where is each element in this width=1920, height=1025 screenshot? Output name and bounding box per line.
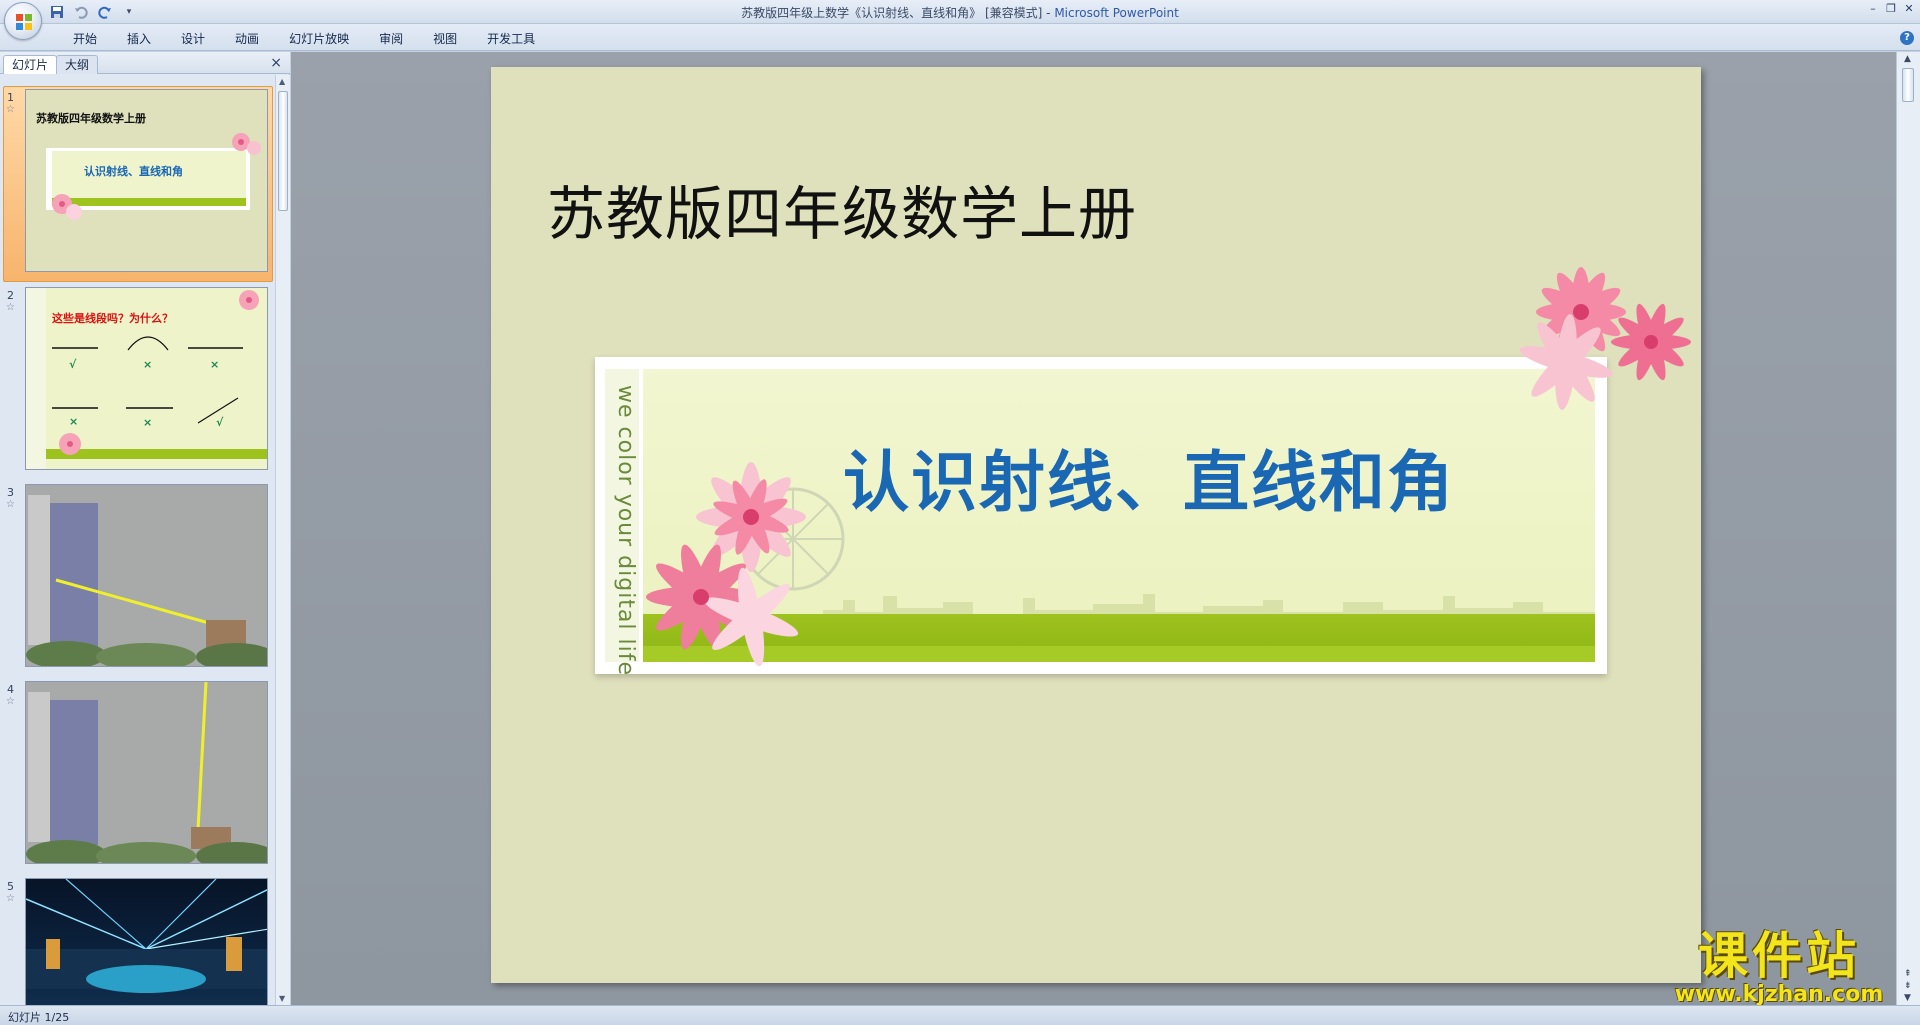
- tab-view[interactable]: 视图: [418, 30, 472, 48]
- flower-decoration-icon: [239, 290, 259, 310]
- scroll-up-icon[interactable]: ▲: [1904, 54, 1911, 64]
- slide-preview: [25, 484, 268, 667]
- slide-number: 2: [7, 289, 14, 302]
- slide-preview: 苏教版四年级数学上册 认识射线、直线和角: [25, 89, 268, 272]
- slide-editing-area: 苏教版四年级数学上册 we color your digital life 认识…: [291, 52, 1896, 1005]
- tab-slides[interactable]: 幻灯片: [3, 55, 58, 74]
- transition-icon: ☆: [6, 499, 15, 510]
- night-laser-illustration: [26, 879, 267, 993]
- mark-6: √: [216, 416, 224, 429]
- ribbon: 开始 插入 设计 动画 幻灯片放映 审阅 视图 开发工具 ?: [0, 24, 1920, 51]
- lesson-title[interactable]: 认识射线、直线和角: [843, 429, 1455, 525]
- flower-decoration-icon: [59, 433, 81, 455]
- office-logo-icon: [16, 14, 32, 30]
- status-bar: 幻灯片 1/25: [0, 1005, 1920, 1025]
- restore-icon[interactable]: ❐: [1884, 2, 1898, 16]
- ribbon-tabs: 开始 插入 设计 动画 幻灯片放映 审阅 视图 开发工具: [58, 30, 550, 48]
- watermark-url: www.kjzhan.com: [1674, 982, 1884, 1007]
- slide-preview: 这些是线段吗？为什么？ √ × × × × √: [25, 287, 268, 470]
- city-laser-illustration: [26, 682, 267, 863]
- mark-5: ×: [143, 416, 153, 429]
- transition-icon: ☆: [6, 302, 15, 313]
- slide-number: 3: [7, 486, 14, 499]
- vertical-slogan: we color your digital life: [613, 385, 638, 677]
- tab-outline[interactable]: 大纲: [56, 55, 99, 74]
- scroll-thumb[interactable]: [1902, 68, 1914, 102]
- thumb-banner-title: 认识射线、直线和角: [84, 165, 183, 178]
- minimize-icon[interactable]: –: [1866, 2, 1880, 16]
- city-laser-illustration: [26, 485, 267, 666]
- tab-animations[interactable]: 动画: [220, 30, 274, 48]
- slide-preview: [25, 681, 268, 864]
- flower-cluster-left-icon: [646, 462, 806, 667]
- site-watermark: 课件站 www.kjzhan.com: [1664, 929, 1894, 1007]
- thumbnail-list: 1 ☆ 苏教版四年级数学上册 认识射线、直线和角 2 ☆ 这些是线段吗？为什么？…: [0, 75, 274, 1005]
- slide-counter: 幻灯片 1/25: [8, 1011, 70, 1024]
- watermark-title: 课件站: [1698, 927, 1860, 985]
- pane-tabs: 幻灯片 大纲 ×: [0, 52, 290, 74]
- flower-decoration-icon: [232, 133, 261, 155]
- slide-number: 1: [7, 91, 14, 104]
- banner-vertical-strip: we color your digital life: [605, 369, 639, 676]
- help-icon[interactable]: ?: [1900, 31, 1914, 45]
- close-window-icon[interactable]: ✕: [1902, 2, 1916, 16]
- current-slide[interactable]: 苏教版四年级数学上册 we color your digital life 认识…: [491, 67, 1701, 983]
- close-pane-icon[interactable]: ×: [270, 55, 282, 71]
- transition-icon: ☆: [6, 104, 15, 115]
- app-name: Microsoft PowerPoint: [1054, 6, 1179, 20]
- mark-2: ×: [143, 358, 153, 371]
- slides-pane-scrollbar[interactable]: ▲ ▼: [275, 75, 290, 1005]
- tab-home[interactable]: 开始: [58, 30, 112, 48]
- transition-icon: ☆: [6, 696, 15, 707]
- flower-decoration-icon: [52, 194, 82, 220]
- scroll-up-icon[interactable]: ▲: [279, 77, 285, 86]
- mark-3: ×: [210, 358, 220, 371]
- tab-design[interactable]: 设计: [166, 30, 220, 48]
- slide-number: 5: [7, 880, 14, 893]
- tab-developer[interactable]: 开发工具: [472, 30, 550, 48]
- flower-cluster-top-right-icon: [1519, 267, 1691, 410]
- thumb-title: 这些是线段吗？为什么？: [52, 312, 173, 325]
- slides-pane: 幻灯片 大纲 × 1 ☆ 苏教版四年级数学上册 认识射线、直线和角 2 ☆ 这些…: [0, 52, 290, 1005]
- window-controls: – ❐ ✕: [1866, 2, 1916, 16]
- office-button[interactable]: [4, 2, 42, 40]
- slide-scrollbar[interactable]: ▲ ⇞ ⇟ ▼: [1896, 52, 1920, 1005]
- mark-1: √: [69, 358, 77, 371]
- scroll-thumb[interactable]: [278, 91, 288, 211]
- scroll-down-icon[interactable]: ▼: [1904, 993, 1911, 1003]
- title-bar: ▾ 苏教版四年级上数学《认识射线、直线和角》 [兼容模式] - Microsof…: [0, 0, 1920, 40]
- next-slide-icon[interactable]: ⇟: [1904, 981, 1912, 991]
- slide-title[interactable]: 苏教版四年级数学上册: [547, 167, 1137, 251]
- previous-slide-icon[interactable]: ⇞: [1904, 969, 1912, 979]
- mark-4: ×: [69, 415, 79, 428]
- slide-preview: [25, 878, 268, 1005]
- tab-slide-show[interactable]: 幻灯片放映: [274, 30, 364, 48]
- scroll-down-icon[interactable]: ▼: [279, 994, 285, 1003]
- slide-number: 4: [7, 683, 14, 696]
- transition-icon: ☆: [6, 893, 15, 904]
- tab-review[interactable]: 审阅: [364, 30, 418, 48]
- document-title: 苏教版四年级上数学《认识射线、直线和角》 [兼容模式] -: [741, 6, 1055, 20]
- window-title: 苏教版四年级上数学《认识射线、直线和角》 [兼容模式] - Microsoft …: [0, 4, 1920, 21]
- tab-insert[interactable]: 插入: [112, 30, 166, 48]
- thumb-title: 苏教版四年级数学上册: [36, 112, 146, 125]
